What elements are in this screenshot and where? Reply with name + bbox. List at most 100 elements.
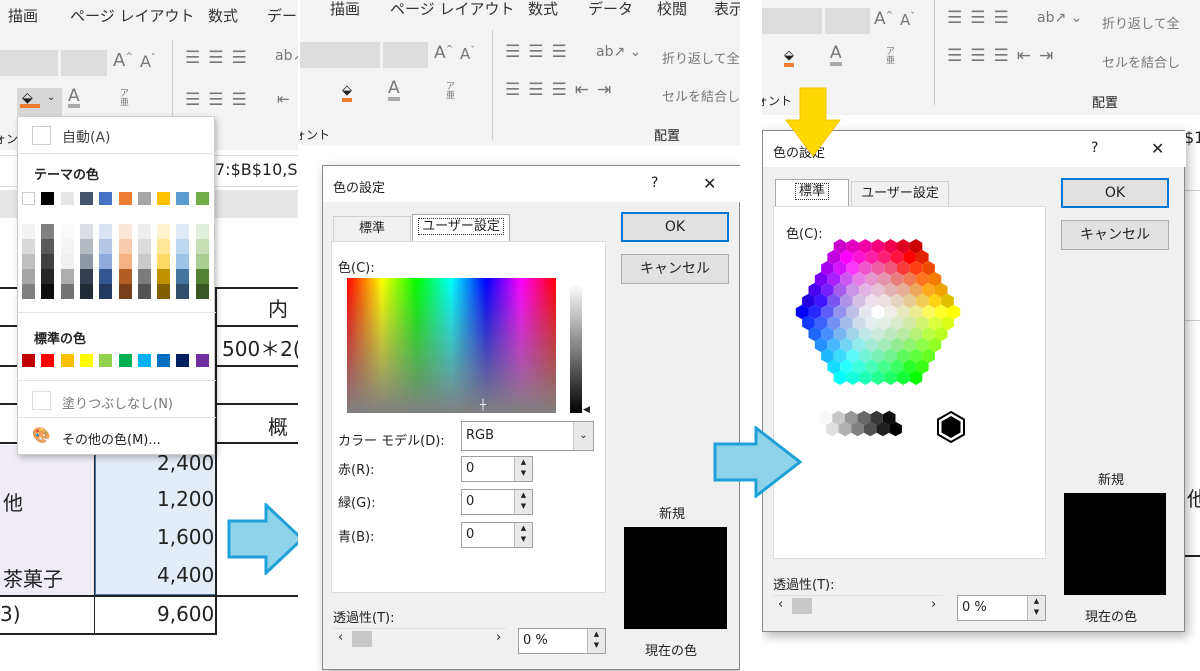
theme-shade-swatch[interactable] [176,239,190,254]
luminance-slider[interactable] [570,284,582,413]
theme-shade-swatch[interactable] [137,269,151,284]
slider-thumb[interactable] [352,631,372,647]
merge-cells-button[interactable]: セルを結合し [1102,52,1180,71]
standard-color-swatch[interactable] [195,354,209,367]
theme-shade-swatch[interactable] [99,239,113,254]
standard-color-swatch[interactable] [176,354,190,367]
spectrum-picker[interactable] [347,278,556,413]
font-size-select[interactable] [825,8,870,34]
theme-shade-swatch[interactable] [118,254,132,269]
cell-formula[interactable]: 500＊2( [222,333,298,362]
indent-icon[interactable]: ⇤ [277,90,290,108]
theme-color-swatch[interactable] [99,192,113,205]
more-colors-item[interactable]: その他の色(M)... [62,429,161,448]
font-color-icon[interactable]: A [830,45,842,66]
cell-label[interactable]: 他 [3,487,23,516]
shrink-font-icon[interactable]: Aˇ [460,45,475,63]
theme-shade-swatch[interactable] [99,269,113,284]
theme-shade-swatch[interactable] [22,224,35,239]
tab-standard[interactable]: 標準 [775,179,849,207]
theme-shade-swatch[interactable] [157,269,171,284]
theme-shade-swatch[interactable] [41,224,55,239]
no-fill-item[interactable]: 塗りつぶしなし(N) [62,393,173,412]
font-size-select[interactable] [61,50,107,76]
green-input[interactable]: 0 ▲ ▼ [461,489,533,515]
close-button[interactable]: ✕ [703,174,716,193]
transparency-slider[interactable]: ‹ › [773,595,943,615]
standard-color-swatch[interactable] [60,354,74,367]
theme-shade-swatch[interactable] [22,284,35,299]
scroll-left-icon[interactable]: ‹ [338,630,343,645]
theme-shade-swatch[interactable] [60,284,74,299]
theme-shade-swatch[interactable] [195,239,209,254]
theme-color-swatch[interactable] [195,192,209,205]
theme-shade-swatch[interactable] [41,239,55,254]
theme-color-swatch[interactable] [176,192,190,205]
theme-shade-swatch[interactable] [195,284,209,299]
theme-color-swatch[interactable] [60,192,74,205]
theme-shade-swatch[interactable] [79,284,93,299]
theme-shade-swatch[interactable] [41,284,55,299]
red-spinner[interactable]: ▲ ▼ [514,457,532,481]
theme-shade-swatch[interactable] [22,269,35,284]
theme-shade-swatch[interactable] [22,254,35,269]
scroll-left-icon[interactable]: ‹ [778,597,783,612]
theme-shade-swatch[interactable] [137,224,151,239]
tab-view[interactable]: 表示 [714,0,740,19]
blue-input[interactable]: 0 ▲ ▼ [461,522,533,548]
theme-shade-swatch[interactable] [118,224,132,239]
font-color-icon[interactable]: A [68,88,80,108]
align-left-icon[interactable]: ☰☰☰⇤⇥ [505,80,619,100]
standard-color-swatch[interactable] [99,354,113,367]
cancel-button[interactable]: キャンセル [621,254,729,284]
orientation-icon[interactable]: ab↗ ⌄ [596,44,641,60]
theme-shade-swatch[interactable] [137,254,151,269]
theme-shade-swatch[interactable] [137,284,151,299]
align-top-icon[interactable]: ☰☰☰ [505,42,575,62]
hexagon-color-palette[interactable] [774,207,1047,457]
help-button[interactable]: ? [651,175,658,191]
theme-color-swatch[interactable] [157,192,171,205]
tab-formulas[interactable]: 数式 [208,5,238,26]
theme-shade-swatch[interactable] [22,239,35,254]
slider-thumb[interactable] [792,598,812,614]
tab-custom[interactable]: ユーザー設定 [851,181,949,207]
standard-color-swatch[interactable] [41,354,55,367]
help-button[interactable]: ? [1091,140,1098,156]
theme-shade-swatch[interactable] [41,269,55,284]
align-top-icon[interactable]: ☰☰☰ [947,8,1017,28]
theme-shade-swatch[interactable] [157,239,171,254]
tab-standard[interactable]: 標準 [333,216,411,242]
auto-color-item[interactable]: 自動(A) [62,127,111,147]
cell-label[interactable]: 茶菓子 [3,563,63,592]
merge-cells-button[interactable]: セルを結合し [662,86,740,105]
standard-color-swatch[interactable] [22,354,35,367]
theme-shade-swatch[interactable] [137,239,151,254]
theme-shade-swatch[interactable] [118,269,132,284]
cell-value[interactable]: 4,400 [157,563,214,587]
tab-formulas[interactable]: 数式 [528,0,558,19]
wrap-text-button[interactable]: 折り返して全 [662,48,740,67]
red-input[interactable]: 0 ▲ ▼ [461,456,533,482]
tab-page-layout[interactable]: ページ レイアウト [70,5,194,26]
ok-button[interactable]: OK [621,212,729,242]
standard-color-swatch[interactable] [157,354,171,367]
font-name-select[interactable] [300,42,380,68]
grow-font-icon[interactable]: A^ [874,9,893,29]
cell-value[interactable]: 1,200 [157,487,214,511]
transparency-slider[interactable]: ‹ › [333,628,506,648]
transparency-spinner[interactable]: ▲ ▼ [1027,596,1045,620]
theme-shade-swatch[interactable] [60,239,74,254]
fill-color-button[interactable]: ⬙ [342,83,352,102]
font-color-icon[interactable]: A [388,80,400,101]
standard-color-swatch[interactable] [137,354,151,367]
theme-color-swatch[interactable] [118,192,132,205]
theme-shade-swatch[interactable] [118,284,132,299]
theme-shade-swatch[interactable] [157,224,171,239]
theme-shade-swatch[interactable] [79,239,93,254]
tab-data[interactable]: デー [267,5,297,26]
theme-shade-swatch[interactable] [99,224,113,239]
transparency-input[interactable]: 0 % ▲ ▼ [518,628,606,654]
theme-shade-swatch[interactable] [195,224,209,239]
transparency-spinner[interactable]: ▲ ▼ [587,629,605,653]
